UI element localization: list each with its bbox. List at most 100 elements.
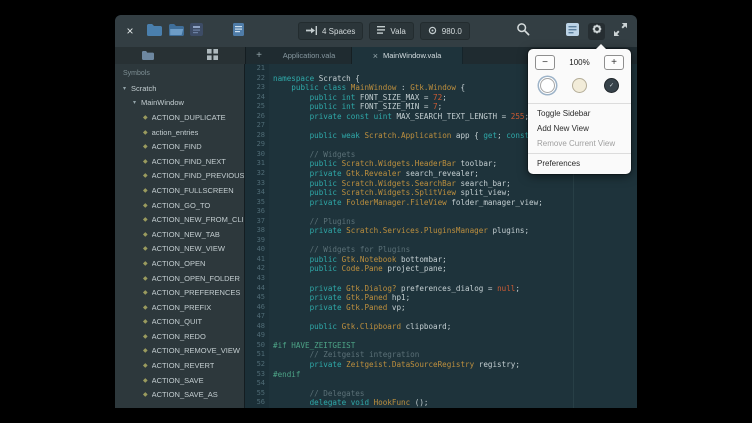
code-line: 45 private Gtk.Paned hp1; xyxy=(245,293,637,303)
style-solarized-light-button[interactable] xyxy=(572,78,587,93)
tree-item-label: ACTION_FIND_NEXT xyxy=(152,157,226,166)
tree-item-action_new_from_clipboard[interactable]: ◆ACTION_NEW_FROM_CLIPBOARD xyxy=(115,212,244,227)
expander-icon[interactable]: ▾ xyxy=(123,85,131,92)
document-icon xyxy=(233,23,244,41)
open-recent-button[interactable] xyxy=(167,24,185,39)
style-light-button[interactable] xyxy=(540,78,555,93)
menu-item-add-new-view[interactable]: Add New View xyxy=(528,121,631,136)
symbol-diamond-icon: ◆ xyxy=(143,245,148,252)
code-line: 51 // Zeitgeist integration xyxy=(245,350,637,360)
headerbar: × 4 Spaces xyxy=(115,15,637,48)
code-text: public class MainWindow : Gtk.Window { xyxy=(273,83,465,93)
line-number: 41 xyxy=(245,255,269,265)
tree-item-action_find_next[interactable]: ◆ACTION_FIND_NEXT xyxy=(115,154,244,169)
tree-item-mainwindow[interactable]: ▾MainWindow xyxy=(115,96,244,111)
tree-item-action_save[interactable]: ◆ACTION_SAVE xyxy=(115,373,244,388)
code-line: 55 // Delegates xyxy=(245,389,637,399)
symbol-diamond-icon: ◆ xyxy=(143,260,148,267)
tree-item-action_quit[interactable]: ◆ACTION_QUIT xyxy=(115,315,244,330)
templates-button[interactable] xyxy=(187,24,205,39)
tree-item-action_open_folder[interactable]: ◆ACTION_OPEN_FOLDER xyxy=(115,271,244,286)
tree-item-action_go_to[interactable]: ◆ACTION_GO_TO xyxy=(115,198,244,213)
fullscreen-button[interactable] xyxy=(612,23,629,40)
line-number: 55 xyxy=(245,389,269,399)
tab-application-vala[interactable]: Application.vala xyxy=(267,47,352,64)
line-number: 26 xyxy=(245,112,269,122)
tab-mainwindow-vala[interactable]: × MainWindow.vala xyxy=(352,47,463,64)
tree-item-label: ACTION_NEW_VIEW xyxy=(152,244,225,253)
code-text: public int FONT_SIZE_MIN = 7; xyxy=(273,102,442,112)
new-tab-button[interactable]: + xyxy=(251,47,267,64)
templates-icon xyxy=(190,23,203,41)
tree-item-scratch[interactable]: ▾Scratch xyxy=(115,81,244,96)
code-line: 42 public Code.Pane project_pane; xyxy=(245,264,637,274)
goto-position-button[interactable]: 980.0 xyxy=(420,22,470,40)
line-number: 51 xyxy=(245,350,269,360)
code-text: private Gtk.Revealer search_revealer; xyxy=(273,169,479,179)
line-number: 50 xyxy=(245,341,269,351)
code-text: public Code.Pane project_pane; xyxy=(273,264,447,274)
code-text: public Gtk.Clipboard clipboard; xyxy=(273,322,451,332)
tree-item-label: ACTION_SAVE_AS xyxy=(152,390,218,399)
tree-item-action_find_previous[interactable]: ◆ACTION_FIND_PREVIOUS xyxy=(115,169,244,184)
tree-item-action_preferences[interactable]: ◆ACTION_PREFERENCES xyxy=(115,285,244,300)
indent-icon xyxy=(306,26,317,37)
tree-item-action_revert[interactable]: ◆ACTION_REVERT xyxy=(115,358,244,373)
tab-close-icon[interactable]: × xyxy=(373,51,378,61)
symbol-diamond-icon: ◆ xyxy=(143,347,148,354)
tree-item-label: ACTION_FIND xyxy=(152,142,202,151)
zoom-out-button[interactable]: − xyxy=(535,55,555,70)
tree-item-action_find[interactable]: ◆ACTION_FIND xyxy=(115,139,244,154)
code-text: public Gtk.Notebook bottombar; xyxy=(273,255,447,265)
code-line: 35 private FolderManager.FileView folder… xyxy=(245,198,637,208)
tree-item-action_open[interactable]: ◆ACTION_OPEN xyxy=(115,256,244,271)
line-number: 38 xyxy=(245,226,269,236)
symbols-sidebar: Symbols ▾Scratch▾MainWindow◆ACTION_DUPLI… xyxy=(115,64,245,408)
line-number: 29 xyxy=(245,140,269,150)
settings-menu-button[interactable] xyxy=(588,23,605,40)
code-text: private FolderManager.FileView folder_ma… xyxy=(273,198,543,208)
grid-view-button[interactable] xyxy=(180,47,245,64)
code-text: public Scratch.Widgets.SearchBar search_… xyxy=(273,179,511,189)
language-button[interactable]: Vala xyxy=(369,22,413,40)
code-line: 56 delegate void HookFunc (); xyxy=(245,398,637,408)
line-number: 53 xyxy=(245,370,269,380)
code-text: #if HAVE_ZEITGEIST xyxy=(273,341,355,351)
code-text: // Plugins xyxy=(273,217,355,227)
code-text: public Scratch.Widgets.HeaderBar toolbar… xyxy=(273,159,497,169)
folder-view-button[interactable] xyxy=(115,47,180,64)
symbol-diamond-icon: ◆ xyxy=(143,318,148,325)
tree-item-action_fullscreen[interactable]: ◆ACTION_FULLSCREEN xyxy=(115,183,244,198)
headerbar-center-group: 4 Spaces Vala 980.0 xyxy=(298,22,470,40)
menu-separator xyxy=(528,153,631,154)
zoom-in-button[interactable]: + xyxy=(604,55,624,70)
menu-item-toggle-sidebar[interactable]: Toggle Sidebar xyxy=(528,106,631,121)
tree-item-action_duplicate[interactable]: ◆ACTION_DUPLICATE xyxy=(115,110,244,125)
outline-icon xyxy=(566,23,579,41)
folder-icon xyxy=(147,23,162,41)
save-document-button[interactable] xyxy=(229,24,247,39)
tree-item-action_new_tab[interactable]: ◆ACTION_NEW_TAB xyxy=(115,227,244,242)
code-text: private Gtk.Paned vp; xyxy=(273,303,406,313)
expander-icon[interactable]: ▾ xyxy=(133,99,141,106)
code-text: namespace Scratch { xyxy=(273,74,360,84)
line-number: 54 xyxy=(245,379,269,389)
code-line: 47 xyxy=(245,312,637,322)
tab-width-button[interactable]: 4 Spaces xyxy=(298,22,363,40)
tree-item-action_redo[interactable]: ◆ACTION_REDO xyxy=(115,329,244,344)
search-button[interactable] xyxy=(514,23,531,40)
tab-width-label: 4 Spaces xyxy=(322,27,355,36)
style-dark-button[interactable]: ✓ xyxy=(604,78,619,93)
tree-item-action_new_view[interactable]: ◆ ACTION_NEW_VIEW xyxy=(115,242,244,257)
tree-item-action_save_as[interactable]: ◆ACTION_SAVE_AS xyxy=(115,387,244,402)
line-number: 30 xyxy=(245,150,269,160)
window-close-button[interactable]: × xyxy=(123,24,137,38)
tree-item-action_entries[interactable]: ◆action_entries xyxy=(115,125,244,140)
tree-item-action_remove_view[interactable]: ◆ACTION_REMOVE_VIEW xyxy=(115,344,244,359)
menu-item-preferences[interactable]: Preferences xyxy=(528,156,631,171)
open-folder-button[interactable] xyxy=(145,24,163,39)
tree-item-action_prefix[interactable]: ◆ACTION_PREFIX xyxy=(115,300,244,315)
outline-toggle-button[interactable] xyxy=(564,23,581,40)
line-number: 22 xyxy=(245,74,269,84)
code-text: public int FONT_SIZE_MAX = 72; xyxy=(273,93,447,103)
